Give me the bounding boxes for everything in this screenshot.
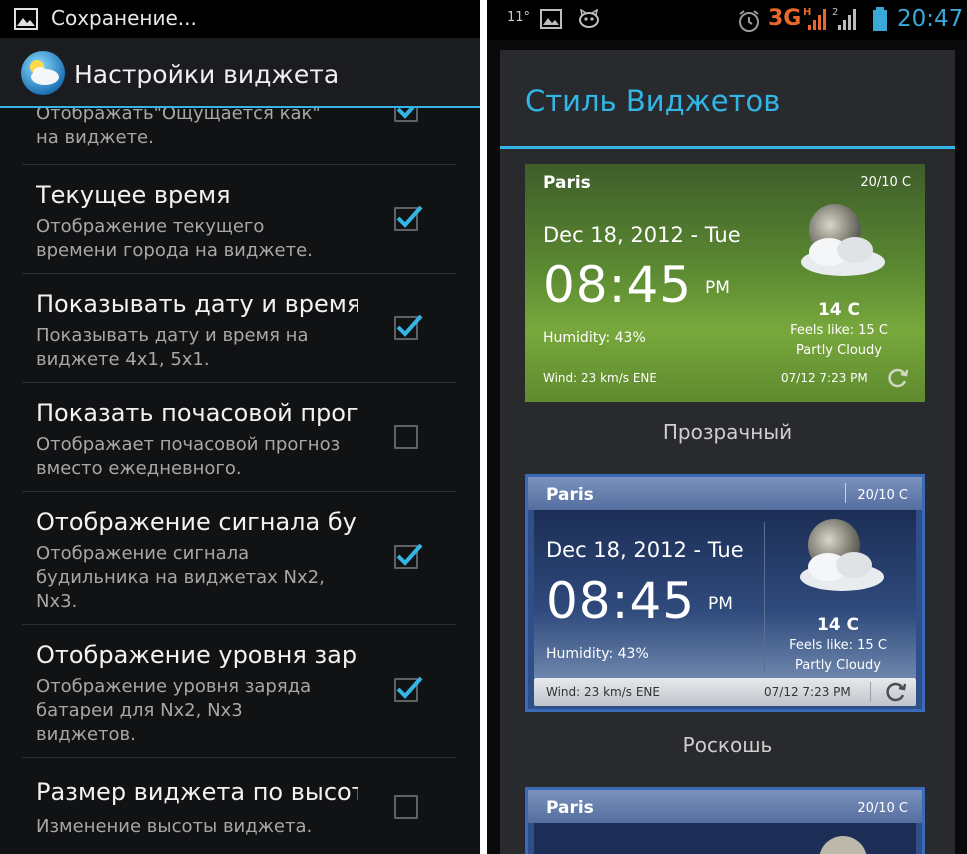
status-bar: 11° 3G H 2 20:47 [487, 0, 967, 40]
pref-summary: Изменение высоты виджета. [36, 816, 313, 837]
refresh-icon[interactable] [885, 681, 907, 703]
checkmark-icon [396, 314, 423, 337]
status-temperature: 11° [507, 10, 531, 25]
weather-app-icon[interactable] [19, 49, 67, 97]
widget-current-temp: 14 C [817, 300, 861, 320]
image-notification-icon [540, 9, 562, 29]
signal-strength-icon: H [803, 7, 826, 30]
widget-feels-like: Feels like: 15 C [789, 638, 887, 653]
widget-humidity: Humidity: 43% [543, 330, 646, 346]
pref-item-current-time[interactable]: Текущее время Отображение текущего време… [0, 165, 455, 273]
pref-summary: Отображать"Ощущается как" на виджете. [36, 103, 321, 148]
widget-condition: Partly Cloudy [796, 343, 882, 358]
widget-current-temp: 14 C [816, 615, 860, 635]
status-clock: 20:47 [897, 6, 964, 32]
widget-date: Dec 18, 2012 - Tue [543, 223, 741, 247]
pref-summary: Отображает почасовой прогноз вместо ежед… [36, 434, 341, 479]
pref-title: Текущее время [36, 181, 231, 209]
battery-icon [873, 7, 887, 31]
widget-header-separator [845, 483, 846, 503]
pref-item-hourly-forecast[interactable]: Показать почасовой прогноз Отображает по… [0, 383, 455, 491]
app-notification-icon [579, 9, 599, 28]
widget-condition: Partly Cloudy [795, 658, 881, 673]
action-bar: Настройки виджета [0, 38, 480, 108]
settings-screen: Сохранение... Настройки виджета Отобража… [0, 0, 480, 854]
checkmark-icon [396, 543, 423, 566]
widget-wind: Wind: 23 km/s ENE [543, 371, 657, 385]
pref-title: Размер виджета по высоте [36, 778, 358, 806]
pref-title: Отображение уровня заряда [36, 641, 358, 669]
pref-summary: Отображение уровня заряда батареи для Nx… [36, 676, 312, 745]
pref-checkbox[interactable] [394, 676, 423, 702]
widget-wind: Wind: 23 km/s ENE [546, 685, 660, 699]
moon-cloud-icon [801, 204, 885, 276]
widget-ampm: PM [708, 594, 733, 614]
widget-style-label-transparent[interactable]: Прозрачный [500, 420, 955, 444]
dialog-title: Стиль Виджетов [525, 84, 781, 118]
widget-time: 08:45 [546, 572, 696, 630]
widget-ampm: PM [705, 278, 730, 298]
refresh-icon[interactable] [887, 367, 909, 389]
widget-preview-transparent[interactable]: Paris 20/10 C Dec 18, 2012 - Tue 08:45 P… [525, 164, 925, 402]
widget-updated: 07/12 7:23 PM [764, 685, 851, 699]
widget-temp-range: 20/10 C [857, 801, 908, 816]
image-notification-icon [14, 8, 38, 30]
page-title: Настройки виджета [74, 60, 340, 89]
widget-time: 08:45 [543, 256, 693, 314]
pref-item-show-date-time[interactable]: Показывать дату и время Показывать дату … [0, 274, 455, 382]
pref-title: Показывать дату и время [36, 290, 358, 318]
widget-footer-separator [870, 682, 871, 702]
dialog-divider [500, 146, 955, 149]
pref-checkbox[interactable] [394, 205, 423, 231]
status-bar: Сохранение... [0, 0, 480, 38]
checkmark-icon [396, 676, 423, 699]
pref-summary: Отображение текущего времени города на в… [36, 216, 313, 261]
pref-item-alarm-signal[interactable]: Отображение сигнала будильника Отображен… [0, 492, 455, 624]
pref-summary: Показывать дату и время на виджете 4x1, … [36, 325, 309, 370]
widget-date: Dec 18, 2012 - Tue [546, 538, 744, 562]
widget-body-separator [764, 522, 765, 672]
pref-title: Отображение сигнала будильника [36, 508, 358, 536]
widget-style-dialog: Стиль Виджетов Paris 20/10 C Dec 18, 201… [500, 50, 955, 854]
widget-city: Paris [546, 798, 594, 818]
pref-checkbox[interactable] [394, 314, 423, 340]
network-type: 3G [768, 6, 802, 31]
svg-text:H: H [803, 7, 811, 18]
checkmark-icon [396, 205, 423, 228]
svg-text:2: 2 [832, 7, 838, 18]
widget-temp-range: 20/10 C [857, 488, 908, 503]
pref-checkbox[interactable] [394, 795, 418, 819]
widget-preview-third[interactable]: Paris 20/10 C [525, 787, 925, 854]
widget-city: Paris [546, 485, 594, 505]
alarm-icon [739, 10, 759, 32]
widget-preview-luxury[interactable]: Paris 20/10 C Dec 18, 2012 - Tue 08:45 P… [525, 474, 925, 712]
widget-feels-like: Feels like: 15 C [790, 323, 888, 338]
pref-checkbox[interactable] [394, 425, 418, 449]
pref-title: Показать почасовой прогноз [36, 399, 358, 427]
widget-humidity: Humidity: 43% [546, 646, 649, 662]
widget-city: Paris [543, 173, 591, 193]
pref-checkbox[interactable] [394, 543, 423, 569]
pref-item-battery-level[interactable]: Отображение уровня заряда Отображение ур… [0, 625, 455, 757]
pref-item-widget-height[interactable]: Размер виджета по высоте Изменение высот… [0, 758, 455, 854]
signal-strength-icon-2: 2 [832, 7, 856, 30]
widget-updated: 07/12 7:23 PM [781, 371, 868, 385]
moon-cloud-icon [800, 519, 884, 591]
status-text: Сохранение... [51, 6, 197, 30]
widget-style-screen: 11° 3G H 2 20:47 Стиль Виджетов Paris 20… [487, 0, 967, 854]
widget-temp-range: 20/10 C [860, 175, 911, 190]
pref-summary: Отображение сигнала будильника на виджет… [36, 543, 325, 612]
moon-cloud-icon [819, 836, 867, 854]
widget-style-label-luxury[interactable]: Роскошь [500, 733, 955, 757]
